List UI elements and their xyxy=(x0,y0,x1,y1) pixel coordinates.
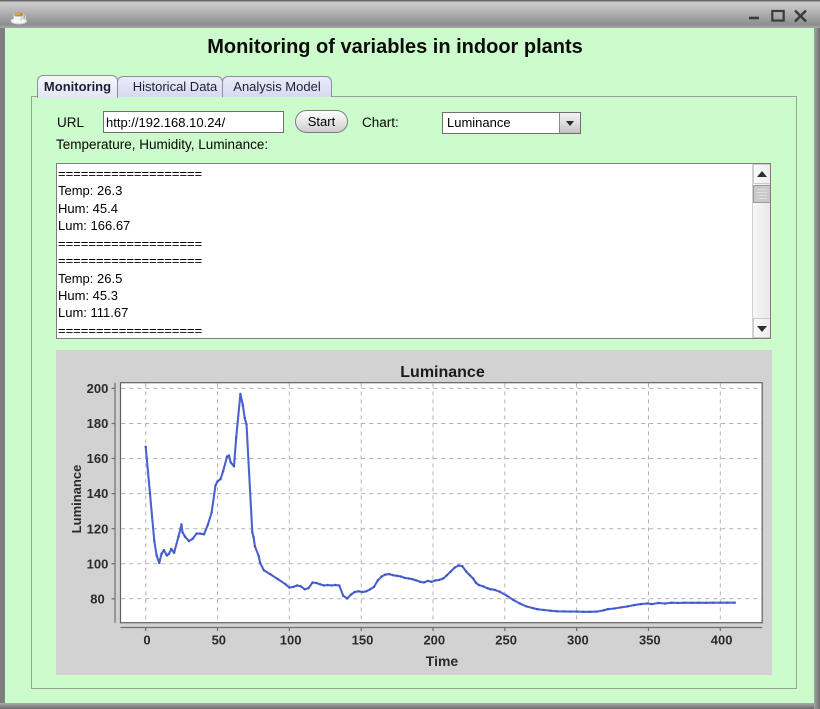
svg-text:200: 200 xyxy=(87,381,109,396)
svg-text:400: 400 xyxy=(711,633,733,648)
svg-text:300: 300 xyxy=(567,633,589,648)
svg-text:80: 80 xyxy=(90,591,104,606)
svg-text:150: 150 xyxy=(352,633,374,648)
svg-text:Luminance: Luminance xyxy=(69,465,84,534)
svg-text:160: 160 xyxy=(87,451,109,466)
svg-text:Luminance: Luminance xyxy=(400,364,485,381)
svg-text:100: 100 xyxy=(280,633,302,648)
svg-text:50: 50 xyxy=(212,633,226,648)
svg-text:180: 180 xyxy=(87,416,109,431)
svg-text:140: 140 xyxy=(87,486,109,501)
svg-text:350: 350 xyxy=(639,633,661,648)
svg-text:120: 120 xyxy=(87,521,109,536)
svg-text:100: 100 xyxy=(87,556,109,571)
svg-text:200: 200 xyxy=(423,633,445,648)
svg-text:250: 250 xyxy=(495,633,517,648)
svg-text:Time: Time xyxy=(426,653,459,669)
svg-text:0: 0 xyxy=(143,633,150,648)
